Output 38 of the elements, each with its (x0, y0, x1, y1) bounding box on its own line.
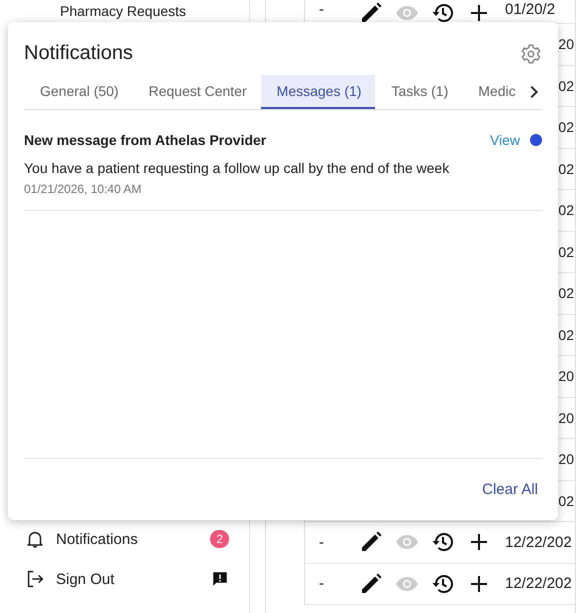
edit-icon[interactable] (359, 1, 383, 25)
table-cell: 02 (558, 326, 574, 343)
table-cell: 02 (558, 160, 574, 177)
table-cell: 20 (558, 368, 574, 384)
feedback-icon[interactable] (211, 570, 229, 588)
table-cell-text: - (319, 1, 325, 18)
table-cell: 02 (558, 202, 574, 218)
sidebar-item[interactable]: Notifications 2 (0, 519, 249, 559)
tab[interactable]: Medic (462, 75, 530, 109)
edit-icon[interactable] (359, 572, 383, 596)
table-cell: 02 (558, 285, 574, 302)
sidebar-item[interactable]: Sign Out (0, 559, 249, 599)
table-cell: 12/22/202 (505, 534, 572, 551)
notification-title: New message from Athelas Provider (24, 132, 268, 148)
table-cell: 20 (558, 451, 574, 468)
history-icon[interactable] (431, 1, 455, 25)
settings-icon[interactable] (520, 42, 542, 64)
view-link[interactable]: View (490, 132, 520, 148)
table-cell: 02 (558, 492, 574, 509)
table-cell: 20 (558, 36, 574, 52)
table-cell: 02 (558, 78, 574, 94)
notification-message: You have a patient requesting a follow up call by the end of the week (24, 160, 450, 176)
table-cell: 02 (558, 244, 574, 260)
table-cell: 01/20/2 (505, 1, 556, 18)
table-cell-text: - (319, 575, 325, 592)
sidebar-item[interactable]: Pharmacy Requests (60, 3, 249, 19)
panel-title: Notifications (24, 42, 133, 65)
table-cell: 20 (558, 410, 574, 426)
tab[interactable]: Tasks (1) (375, 75, 462, 109)
tab[interactable]: General (50) (24, 75, 133, 109)
table-cell: 02 (558, 119, 574, 136)
clear-all-link[interactable]: Clear All (482, 481, 538, 498)
notification-time: 01/21/2026, 10:40 AM (24, 182, 142, 196)
notification-count: 2 (210, 530, 229, 548)
table-cell: 12/22/202 (505, 575, 572, 592)
table-cell-text: - (319, 534, 325, 551)
tab[interactable]: Request Center (132, 75, 261, 109)
tab[interactable]: Messages (1) (260, 75, 376, 109)
